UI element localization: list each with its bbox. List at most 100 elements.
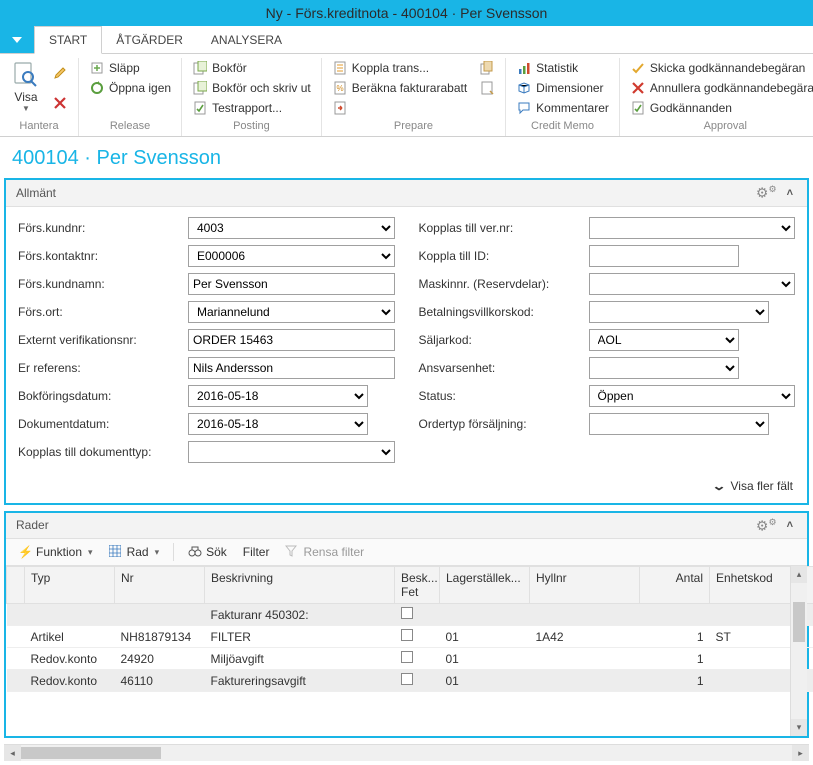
vertical-scrollbar[interactable]: ▴ ▾ (790, 566, 807, 736)
col-hyllnr[interactable]: Hyllnr (530, 567, 640, 604)
bokfor-skriv-button[interactable]: Bokför och skriv ut (188, 78, 315, 98)
kommentarer-button[interactable]: Kommentarer (512, 98, 613, 118)
show-more-fields[interactable]: Visa fler fält (6, 473, 807, 503)
erref-input[interactable] (188, 357, 395, 379)
kommentarer-label: Kommentarer (536, 101, 609, 115)
kontaktnr-input[interactable]: E000006 (188, 245, 395, 267)
funktion-button[interactable]: ⚡Funktion (12, 543, 99, 561)
maskinnr-input[interactable] (589, 273, 796, 295)
kundnr-label: Förs.kundnr: (18, 221, 188, 235)
kundnr-input[interactable]: 4003 (188, 217, 395, 239)
scroll-right-icon[interactable]: ▸ (792, 745, 809, 761)
externt-input[interactable] (188, 329, 395, 351)
checkbox[interactable] (401, 651, 413, 663)
svg-text:%: % (336, 84, 343, 93)
prepare-extra-button[interactable] (328, 98, 471, 118)
grid-icon (109, 545, 123, 559)
bokfor-button[interactable]: Bokför (188, 58, 315, 78)
general-collapse-icon[interactable]: ˄ (783, 187, 797, 199)
statistik-button[interactable]: Statistik (512, 58, 613, 78)
comment-icon (516, 100, 532, 116)
kopplaid-input[interactable] (589, 245, 739, 267)
col-lager[interactable]: Lagerställek... (440, 567, 530, 604)
col-antal[interactable]: Antal (640, 567, 710, 604)
dimensions-icon (516, 80, 532, 96)
clear-filter-icon (285, 545, 299, 559)
koppla-trans-button[interactable]: Koppla trans... (328, 58, 471, 78)
berakna-button[interactable]: % Beräkna fakturarabatt (328, 78, 471, 98)
vernr-input[interactable] (589, 217, 796, 239)
skicka-godk-button[interactable]: Skicka godkännandebegäran (626, 58, 813, 78)
window-titlebar: Ny - Förs.kreditnota - 400104 · Per Sven… (0, 0, 813, 26)
group-hantera-label: Hantera (6, 118, 72, 136)
visa-button[interactable]: Visa ▼ (6, 58, 46, 118)
col-nr[interactable]: Nr (115, 567, 205, 604)
lines-grid[interactable]: Typ Nr Beskrivning Besk... Fet Lagerstäl… (6, 566, 813, 692)
scroll-down-icon[interactable]: ▾ (791, 719, 807, 736)
group-release-label: Release (85, 118, 175, 136)
annullera-godk-button[interactable]: Annullera godkännandebegäran (626, 78, 813, 98)
table-row[interactable]: ArtikelNH81879134FILTER011A421ST (7, 626, 813, 648)
horizontal-scrollbar[interactable]: ◂ ▸ (4, 744, 809, 761)
checkbox[interactable] (401, 673, 413, 685)
dimensioner-button[interactable]: Dimensioner (512, 78, 613, 98)
lines-settings-icon[interactable]: ⚙⚙ (750, 517, 783, 535)
x-icon (52, 95, 68, 111)
window-title: Ny - Förs.kreditnota - 400104 · Per Sven… (266, 5, 548, 21)
col-typ[interactable]: Typ (25, 567, 115, 604)
file-tab[interactable] (0, 26, 34, 53)
table-row[interactable]: Fakturanr 450302: (7, 604, 813, 626)
general-settings-icon[interactable]: ⚙⚙ (750, 184, 783, 202)
godkannanden-button[interactable]: Godkännanden (626, 98, 813, 118)
hscroll-thumb[interactable] (21, 747, 161, 759)
rad-button[interactable]: Rad (103, 543, 166, 561)
status-label: Status: (419, 389, 589, 403)
checkbox[interactable] (401, 607, 413, 619)
calc-discount-icon: % (332, 80, 348, 96)
delete-button[interactable] (48, 93, 72, 113)
scroll-thumb[interactable] (793, 602, 805, 642)
tab-analysera[interactable]: ANALYSERA (197, 26, 296, 53)
tab-start[interactable]: START (34, 26, 102, 54)
col-besk[interactable]: Beskrivning (205, 567, 395, 604)
sok-button[interactable]: Sök (182, 543, 233, 561)
betalkod-input[interactable] (589, 301, 769, 323)
lines-title: Rader (16, 518, 49, 532)
ort-input[interactable]: Mariannelund (188, 301, 395, 323)
testrapport-button[interactable]: Testrapport... (188, 98, 315, 118)
saljarkod-input[interactable]: AOL (589, 329, 739, 351)
bolt-icon: ⚡ (18, 545, 32, 559)
table-row[interactable]: Redov.konto46110Faktureringsavgift011 (7, 670, 813, 692)
doktyp-input[interactable] (188, 441, 395, 463)
col-blank[interactable] (7, 567, 25, 604)
scroll-up-icon[interactable]: ▴ (791, 566, 807, 583)
lines-collapse-icon[interactable]: ˄ (783, 519, 797, 531)
status-input[interactable]: Öppen (589, 385, 796, 407)
kundnamn-input[interactable] (188, 273, 395, 295)
skicka-label: Skicka godkännandebegäran (650, 61, 805, 75)
col-besk-fet[interactable]: Besk... Fet (395, 567, 440, 604)
externt-label: Externt verifikationsnr: (18, 333, 188, 347)
checkbox[interactable] (401, 629, 413, 641)
table-row[interactable]: Redov.konto24920Miljöavgift011 (7, 648, 813, 670)
dokdatum-input[interactable]: 2016-05-18 (188, 413, 368, 435)
lines-card: Rader ⚙⚙ ˄ ⚡Funktion Rad Sök Filter Rens… (4, 511, 809, 739)
tab-atgarder[interactable]: ÅTGÄRDER (102, 26, 197, 53)
ordertyp-input[interactable] (589, 413, 769, 435)
slapp-button[interactable]: Släpp (85, 58, 175, 78)
testrapport-label: Testrapport... (212, 101, 282, 115)
filter-button[interactable]: Filter (237, 543, 276, 561)
rensa-filter-button[interactable]: Rensa filter (279, 543, 370, 561)
general-card: Allmänt ⚙⚙ ˄ Förs.kundnr:4003 Förs.konta… (4, 178, 809, 505)
edit-button[interactable] (48, 63, 72, 83)
bokdatum-input[interactable]: 2016-05-18 (188, 385, 368, 407)
col-enhet[interactable]: Enhetskod (710, 567, 798, 604)
copy-doc-button[interactable] (475, 58, 499, 78)
vernr-label: Kopplas till ver.nr: (419, 221, 589, 235)
lines-icon (479, 80, 495, 96)
oppna-igen-button[interactable]: Öppna igen (85, 78, 175, 98)
scroll-left-icon[interactable]: ◂ (4, 745, 21, 761)
ansvar-input[interactable] (589, 357, 739, 379)
get-lines-button[interactable] (475, 78, 499, 98)
berakna-label: Beräkna fakturarabatt (352, 81, 467, 95)
